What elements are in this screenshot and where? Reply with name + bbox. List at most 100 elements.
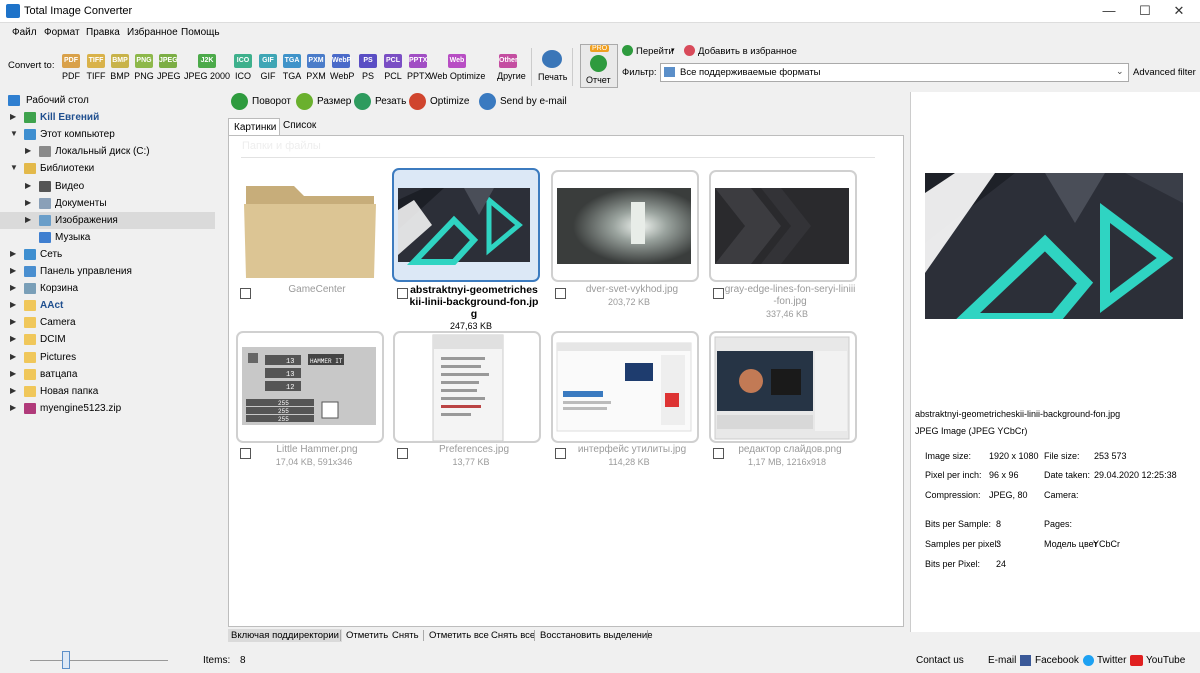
resize-button[interactable]: Размер [296, 93, 351, 111]
expand-arrow-icon[interactable]: ▶ [10, 249, 16, 258]
expand-arrow-icon[interactable]: ▶ [10, 112, 16, 121]
thumbnail-card[interactable] [551, 331, 699, 443]
collapse-arrow-icon[interactable]: ▼ [10, 129, 18, 138]
tree-item[interactable]: ▶ Локальный диск (C:) [0, 143, 215, 160]
tree-item[interactable]: ▶ Сеть [0, 246, 215, 263]
tree-item[interactable]: Музыка [0, 229, 215, 246]
rotate-button[interactable]: Поворот [231, 93, 293, 111]
tab-list[interactable]: Список [283, 120, 316, 131]
thumbnail-card[interactable] [551, 170, 699, 282]
thumbnail-card[interactable] [709, 331, 857, 443]
tree-item[interactable]: ▶ Camera [0, 314, 215, 331]
deselect-all-button[interactable]: Снять все [491, 630, 535, 641]
tree-item[interactable]: ▶ AAct [0, 297, 215, 314]
menu-favorites[interactable]: Избранное [127, 27, 178, 38]
report-button[interactable]: PRO Отчет [580, 44, 618, 88]
format-button-png[interactable]: PNG PNG [133, 54, 155, 81]
menu-format[interactable]: Формат [44, 27, 80, 38]
thumbnail-card[interactable]: 13 13 12 HAMMER IT 255 255 255 [236, 331, 384, 443]
expand-arrow-icon[interactable]: ▶ [10, 369, 16, 378]
expand-arrow-icon[interactable]: ▶ [10, 300, 16, 309]
format-label: BMP [110, 71, 130, 81]
tree-item[interactable]: ▶ Панель управления [0, 263, 215, 280]
expand-arrow-icon[interactable]: ▶ [25, 215, 31, 224]
filter-select[interactable]: Все поддерживаемые форматы ⌄ [660, 63, 1129, 82]
tree-item[interactable]: ▼ Библиотеки [0, 160, 215, 177]
format-button-pdf[interactable]: PDF PDF [60, 54, 82, 81]
thumbnail-image [556, 342, 692, 432]
include-subdirs-toggle[interactable]: Включая поддиректории [228, 629, 342, 642]
format-icon: JPEG [159, 54, 178, 68]
facebook-link[interactable]: Facebook [1035, 655, 1079, 666]
expand-arrow-icon[interactable]: ▶ [25, 181, 31, 190]
thumbnail-card[interactable] [236, 170, 384, 282]
advanced-filter-button[interactable]: Advanced filter [1133, 67, 1196, 78]
select-all-button[interactable]: Отметить все [423, 630, 489, 641]
tree-item[interactable]: ▼ Этот компьютер [0, 126, 215, 143]
print-button[interactable]: Печать [538, 50, 567, 82]
tree-item[interactable]: ▶ Документы [0, 195, 215, 212]
zoom-slider-thumb[interactable] [61, 651, 70, 669]
deselect-button[interactable]: Снять [392, 630, 419, 641]
format-button-bmp[interactable]: BMP BMP [109, 54, 131, 81]
tree-item[interactable]: ▶ Корзина [0, 280, 215, 297]
tree-item[interactable]: ▶ ватцапа [0, 366, 215, 383]
format-label: PCL [384, 71, 402, 81]
send-email-button[interactable]: Send by e-mail [479, 93, 569, 111]
format-button-pptx[interactable]: PPTX PPTX [407, 54, 431, 81]
expand-arrow-icon[interactable]: ▶ [10, 386, 16, 395]
tree-item-label: Библиотеки [40, 163, 95, 175]
tree-item[interactable]: Рабочий стол [0, 92, 215, 109]
collapse-arrow-icon[interactable]: ▼ [10, 163, 18, 172]
expand-arrow-icon[interactable]: ▶ [10, 403, 16, 412]
expand-arrow-icon[interactable]: ▶ [25, 198, 31, 207]
format-button-pcl[interactable]: PCL PCL [382, 54, 404, 81]
window-title: Total Image Converter [24, 5, 133, 17]
select-button[interactable]: Отметить [340, 630, 388, 641]
close-button[interactable]: ✕ [1156, 0, 1200, 22]
expand-arrow-icon[interactable]: ▶ [25, 146, 31, 155]
expand-arrow-icon[interactable]: ▶ [10, 352, 16, 361]
expand-arrow-icon[interactable]: ▶ [10, 334, 16, 343]
zoom-slider-track[interactable] [30, 660, 168, 661]
tab-thumbnails[interactable]: Картинки [228, 118, 280, 136]
format-button-ps[interactable]: PS PS [357, 54, 379, 81]
thumbnail-card-selected[interactable] [392, 168, 540, 282]
tree-item[interactable]: ▶ Изображения [0, 211, 215, 229]
menu-help[interactable]: Помощь [181, 27, 220, 38]
crop-button[interactable]: Резать [354, 93, 406, 111]
tree-item[interactable]: ▶ DCIM [0, 331, 215, 348]
tree-item[interactable]: ▶ myengine5123.zip [0, 400, 215, 417]
format-button-другие[interactable]: Other Другие [497, 54, 526, 81]
restore-selection-button[interactable]: Восстановить выделение [534, 630, 653, 641]
youtube-link[interactable]: YouTube [1146, 655, 1185, 666]
format-button-web-optimize[interactable]: Web Web Optimize [429, 54, 485, 81]
format-button-tiff[interactable]: TIFF TIFF [85, 54, 107, 81]
format-button-pxm[interactable]: PXM PXM [305, 54, 327, 81]
expand-arrow-icon[interactable]: ▶ [10, 266, 16, 275]
menu-edit[interactable]: Правка [86, 27, 120, 38]
expand-arrow-icon[interactable]: ▶ [10, 317, 16, 326]
tree-item[interactable]: ▶ Kill Евгений [0, 109, 215, 126]
menu-file[interactable]: Файл [12, 27, 37, 38]
format-button-ico[interactable]: ICO ICO [232, 54, 254, 81]
thumbnail-card[interactable] [393, 331, 541, 443]
format-button-webp[interactable]: WebP WebP [330, 54, 354, 81]
format-button-jpeg-2000[interactable]: J2K JPEG 2000 [179, 54, 235, 81]
format-button-tga[interactable]: TGA TGA [281, 54, 303, 81]
format-button-jpeg[interactable]: JPEG JPEG [157, 54, 181, 81]
goto-dropdown-icon[interactable]: ▾ [671, 46, 675, 54]
expand-arrow-icon[interactable]: ▶ [10, 283, 16, 292]
twitter-link[interactable]: Twitter [1097, 655, 1126, 666]
contact-us-link[interactable]: Contact us [916, 655, 964, 666]
tree-item[interactable]: ▶ Новая папка [0, 383, 215, 400]
format-button-gif[interactable]: GIF GIF [257, 54, 279, 81]
tree-item[interactable]: ▶ Видео [0, 178, 215, 195]
thumbnail-card[interactable] [709, 170, 857, 282]
hammer-value: 255 [278, 416, 289, 423]
add-favorite-button[interactable]: Добавить в избранное [698, 46, 797, 57]
tree-item[interactable]: ▶ Pictures [0, 349, 215, 366]
goto-button[interactable]: Перейти [636, 46, 674, 57]
email-link[interactable]: E-mail [988, 655, 1016, 666]
optimize-button[interactable]: Optimize [409, 93, 473, 111]
